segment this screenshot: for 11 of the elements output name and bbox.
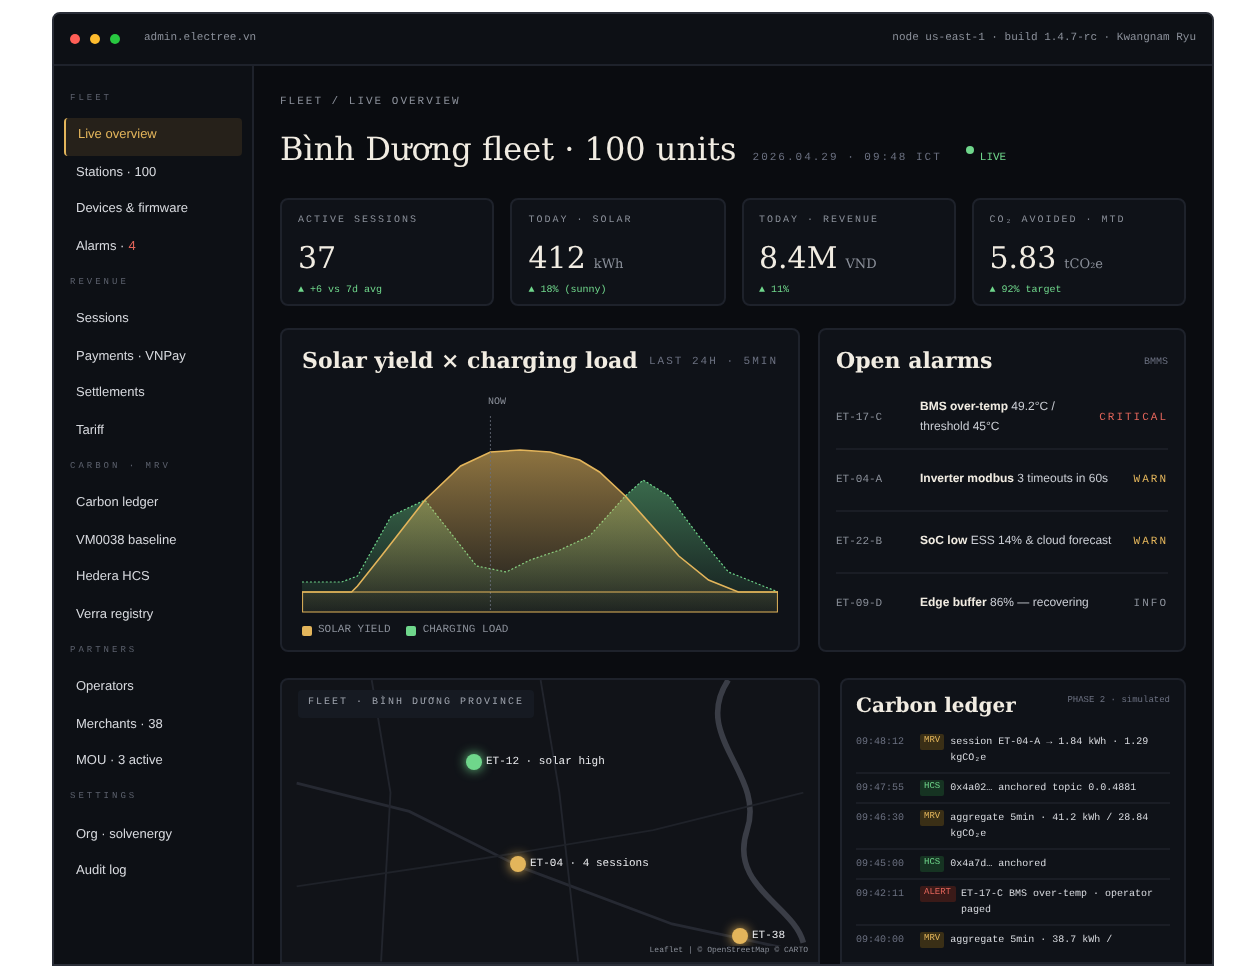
panel-title: Carbon ledger bbox=[856, 694, 1016, 723]
stat-value: 37 bbox=[298, 237, 337, 280]
panel-title: Open alarms bbox=[836, 346, 993, 379]
station-marker-icon[interactable] bbox=[732, 928, 748, 945]
stat-value: 412 bbox=[528, 237, 586, 280]
stat-value: 5.83 bbox=[989, 237, 1057, 280]
stat-value: 8.4M bbox=[759, 237, 838, 280]
station-marker-icon[interactable] bbox=[510, 856, 526, 873]
station-marker-icon[interactable] bbox=[466, 754, 482, 771]
page-title: Bình Dương fleet · 100 units bbox=[280, 128, 737, 173]
panel-title: Solar yield × charging load bbox=[302, 346, 638, 379]
